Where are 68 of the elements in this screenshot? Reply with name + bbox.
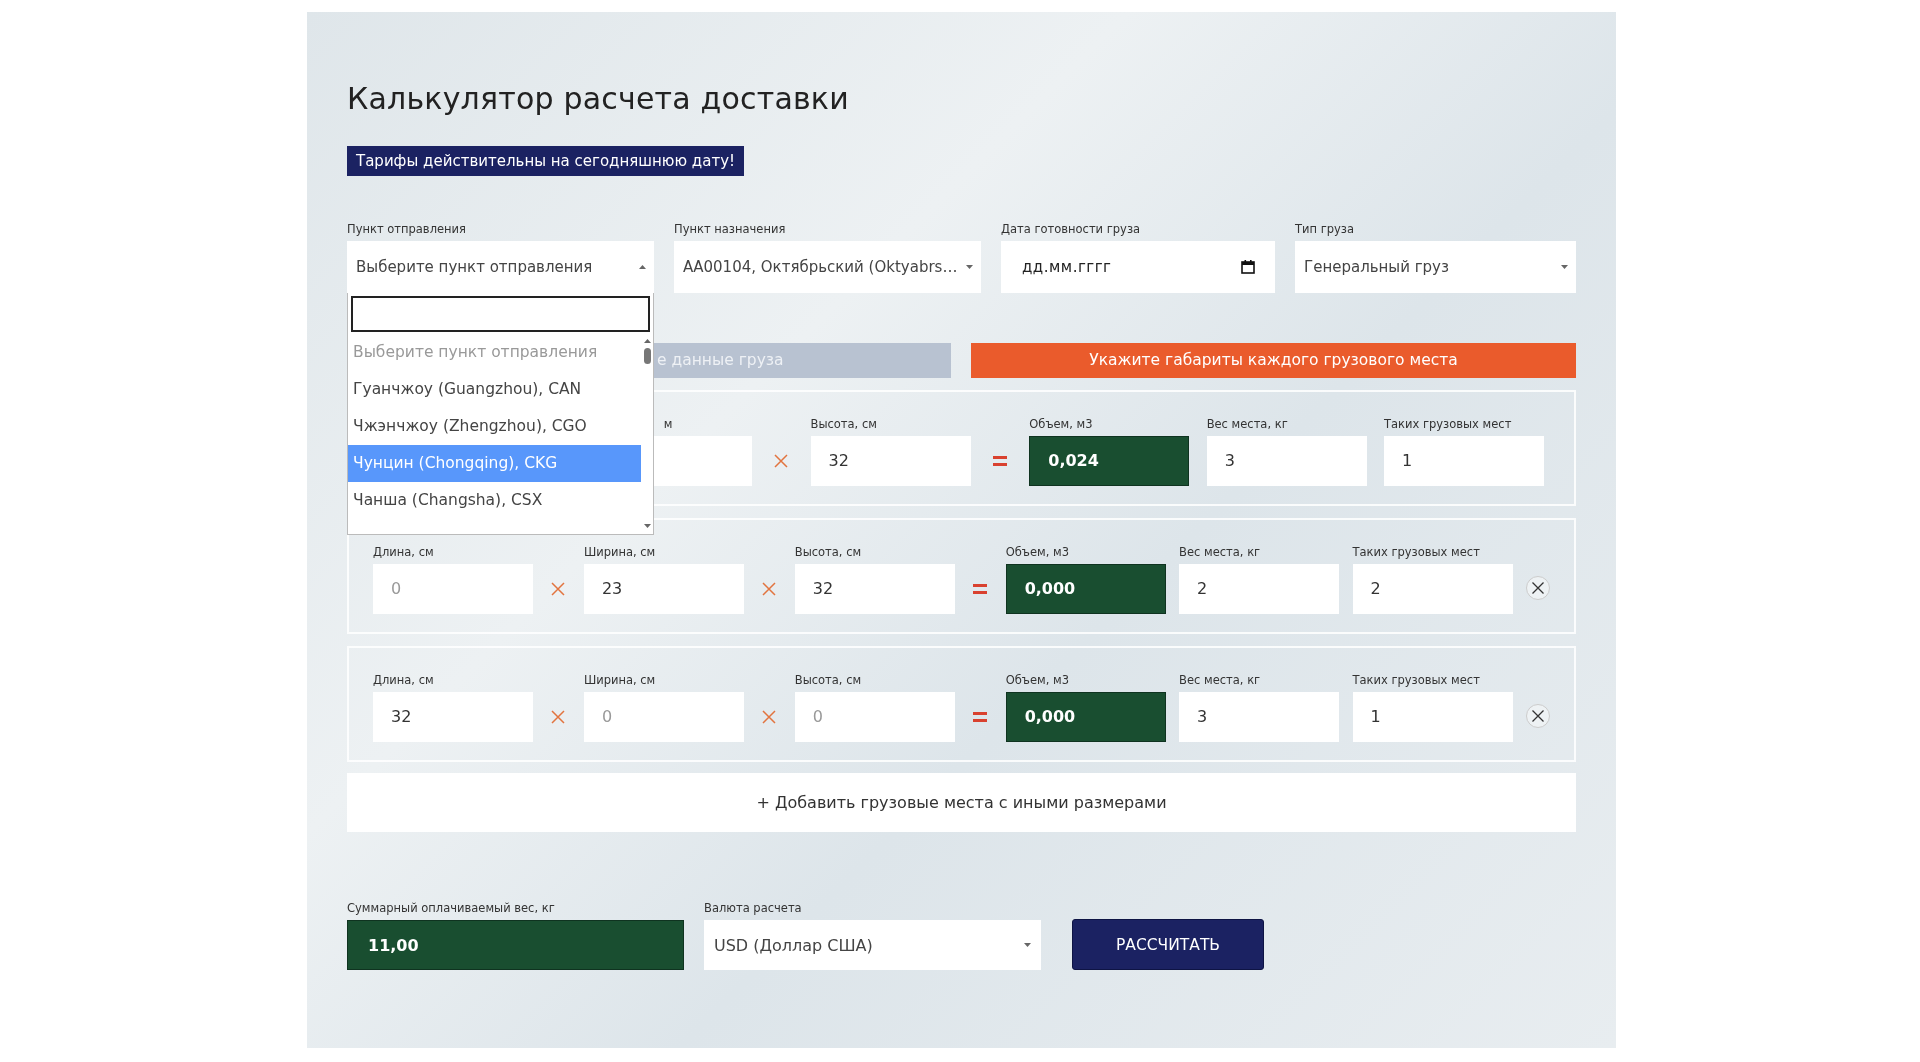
field-label: Ширина, см — [583, 673, 657, 687]
input-field[interactable]: 2 — [1352, 564, 1513, 614]
caret-icon — [966, 265, 973, 269]
equals-icon — [992, 454, 1007, 468]
field-label: Объем, м3 — [1029, 417, 1094, 431]
caret-icon — [1024, 943, 1031, 947]
equals-icon — [973, 710, 988, 724]
volume-output: 0,024 — [1029, 436, 1190, 486]
field-label: Вес места, кг — [1179, 545, 1262, 559]
field-label: Длина, см — [373, 545, 435, 559]
scroll-thumb[interactable] — [643, 348, 651, 364]
select-field[interactable]: АА00104, Октябрьский (Oktyabrs… — [674, 241, 981, 293]
remove-button[interactable] — [1525, 704, 1550, 728]
input-field[interactable]: 32 — [794, 564, 955, 614]
field-label: Тип груза — [1295, 222, 1355, 236]
input-field[interactable]: 32 — [810, 436, 971, 486]
calculate-button[interactable]: РАССЧИТАТЬ — [1072, 919, 1264, 970]
field-label: Ширина, см — [583, 545, 657, 559]
select-field[interactable]: Выберите пункт отправления — [347, 241, 654, 293]
field-label: м — [662, 417, 674, 431]
volume-output: 0,000 — [1005, 564, 1166, 614]
field-label: Таких грузовых мест — [1352, 545, 1481, 559]
field-label: Валюта расчета — [704, 901, 803, 915]
field-label: Высота, см — [810, 417, 878, 431]
multiply-icon — [774, 454, 789, 468]
equals-icon — [973, 582, 988, 596]
input-field[interactable]: 23 — [583, 564, 744, 614]
multiply-icon — [551, 582, 566, 596]
select-field[interactable]: Генеральный груз — [1295, 241, 1576, 293]
currency-select[interactable]: USD (Доллар США) — [704, 920, 1041, 970]
field-label: Объем, м3 — [1005, 545, 1070, 559]
date-field[interactable]: дд.мм.гггг — [1001, 241, 1275, 293]
close-icon — [1531, 710, 1544, 722]
notice-banner: Тарифы действительны на сегодняшнюю дату! — [347, 146, 745, 176]
input-field[interactable]: 1 — [1384, 436, 1544, 486]
field-label: Вес места, кг — [1179, 673, 1262, 687]
input-field[interactable]: 32 — [373, 692, 533, 742]
multiply-icon — [551, 710, 566, 724]
scroll-down-icon — [643, 524, 651, 528]
field-label: Таких грузовых мест — [1352, 673, 1481, 687]
search-field[interactable] — [351, 296, 650, 332]
field-label: Объем, м3 — [1005, 673, 1070, 687]
field-label: Пункт отправления — [347, 222, 467, 236]
input-field[interactable]: 3 — [1179, 692, 1340, 742]
total-weight-output: 11,00 — [347, 920, 684, 970]
caret-icon — [639, 265, 646, 269]
field-label: Высота, см — [794, 673, 863, 687]
field-label: Дата готовности груза — [1001, 222, 1142, 236]
multiply-icon — [762, 710, 777, 724]
field-label: Высота, см — [794, 545, 863, 559]
field-label: Длина, см — [373, 673, 435, 687]
field-label: Суммарный оплачиваемый вес, кг — [347, 901, 556, 915]
add-cargo-button[interactable]: + Добавить грузовые места с иными размерами — [347, 773, 1576, 832]
field-label: Таких грузовых мест — [1384, 417, 1513, 431]
input-field[interactable]: 2 — [1179, 564, 1340, 614]
input-field[interactable]: 1 — [1352, 692, 1513, 742]
field-label: Пункт назначения — [674, 222, 787, 236]
volume-output: 0,000 — [1005, 692, 1166, 742]
calendar-icon — [1241, 260, 1255, 274]
remove-button[interactable] — [1525, 576, 1550, 600]
field-label: Вес места, кг — [1206, 417, 1289, 431]
close-icon — [1531, 582, 1544, 594]
multiply-icon — [762, 582, 777, 596]
page-title: Калькулятор расчета доставки — [347, 80, 850, 118]
caret-icon — [1561, 265, 1568, 269]
input-field[interactable]: 3 — [1206, 436, 1367, 486]
dropdown-option[interactable]: Чжэнчжоу (Zhengzhou), CGO — [348, 408, 641, 445]
dropdown-option[interactable]: Чанша (Changsha), CSX — [348, 482, 641, 519]
